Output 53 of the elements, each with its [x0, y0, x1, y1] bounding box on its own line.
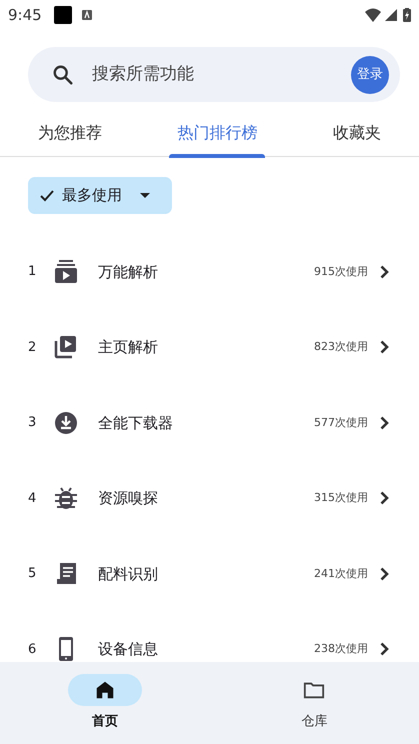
tab[interactable]: 收藏夹	[325, 110, 390, 156]
download-icon	[54, 410, 78, 435]
video-stack-icon	[54, 335, 78, 360]
usage-count: 823次使用	[314, 339, 368, 355]
usage-count: 238次使用	[314, 641, 368, 657]
rank-number: 5	[28, 565, 38, 583]
battery-icon	[403, 8, 411, 22]
usage-count: 315次使用	[314, 490, 368, 506]
search-placeholder: 搜索所需功能	[92, 62, 195, 86]
chevron-right-icon	[380, 491, 389, 506]
chevron-right-icon	[380, 416, 389, 430]
ranking-item[interactable]: 2 主页解析 823次使用	[0, 310, 419, 385]
notification-icon	[54, 6, 72, 24]
usage-count: 915次使用	[314, 264, 368, 280]
ranking-item[interactable]: 3 全能下载器 577次使用	[0, 385, 419, 460]
chevron-right-icon	[380, 642, 389, 656]
signal-icon	[385, 9, 397, 21]
ranking-item[interactable]: 1 万能解析 915次使用	[0, 234, 419, 310]
nav-tab[interactable]: 首页	[54, 674, 155, 732]
chevron-right-icon	[380, 264, 389, 279]
usage-count: 577次使用	[314, 414, 368, 430]
rank-number: 6	[28, 640, 38, 658]
feature-name: 全能下载器	[98, 412, 174, 434]
rank-number: 1	[28, 263, 38, 281]
caret-icon	[140, 193, 150, 198]
filter-chip[interactable]: 最多使用	[28, 177, 172, 214]
feature-name: 资源嗅探	[98, 488, 159, 509]
chevron-right-icon	[380, 340, 389, 354]
tab[interactable]: 热门排行榜	[169, 110, 266, 156]
feature-name: 设备信息	[98, 639, 159, 660]
clock: 9:45	[8, 4, 42, 26]
wifi-icon	[365, 8, 381, 22]
video-icon	[54, 260, 78, 284]
rank-number: 2	[28, 338, 38, 356]
rank-number: 3	[28, 414, 38, 432]
rank-number: 4	[28, 490, 38, 508]
feature-name: 主页解析	[98, 337, 159, 358]
keyboard-icon	[82, 10, 92, 20]
login-button[interactable]: 登录	[351, 56, 389, 94]
search-field[interactable]: 搜索所需功能 登录	[28, 47, 400, 102]
nav-tab[interactable]: 仓库	[264, 674, 364, 732]
bug-icon	[54, 486, 78, 510]
chevron-right-icon	[380, 566, 389, 581]
tab[interactable]: 为您推荐	[30, 110, 110, 156]
check-icon	[40, 190, 54, 202]
usage-count: 241次使用	[314, 566, 368, 582]
ranking-item[interactable]: 4 资源嗅探 315次使用	[0, 460, 419, 536]
feature-name: 配料识别	[98, 564, 159, 584]
ranking-item[interactable]: 5 配料识别 241次使用	[0, 536, 419, 612]
feature-name: 万能解析	[98, 262, 159, 282]
search-icon	[52, 64, 74, 86]
receipt-icon	[54, 562, 78, 586]
ranking-item[interactable]: 6 设备信息 238次使用	[0, 612, 419, 662]
